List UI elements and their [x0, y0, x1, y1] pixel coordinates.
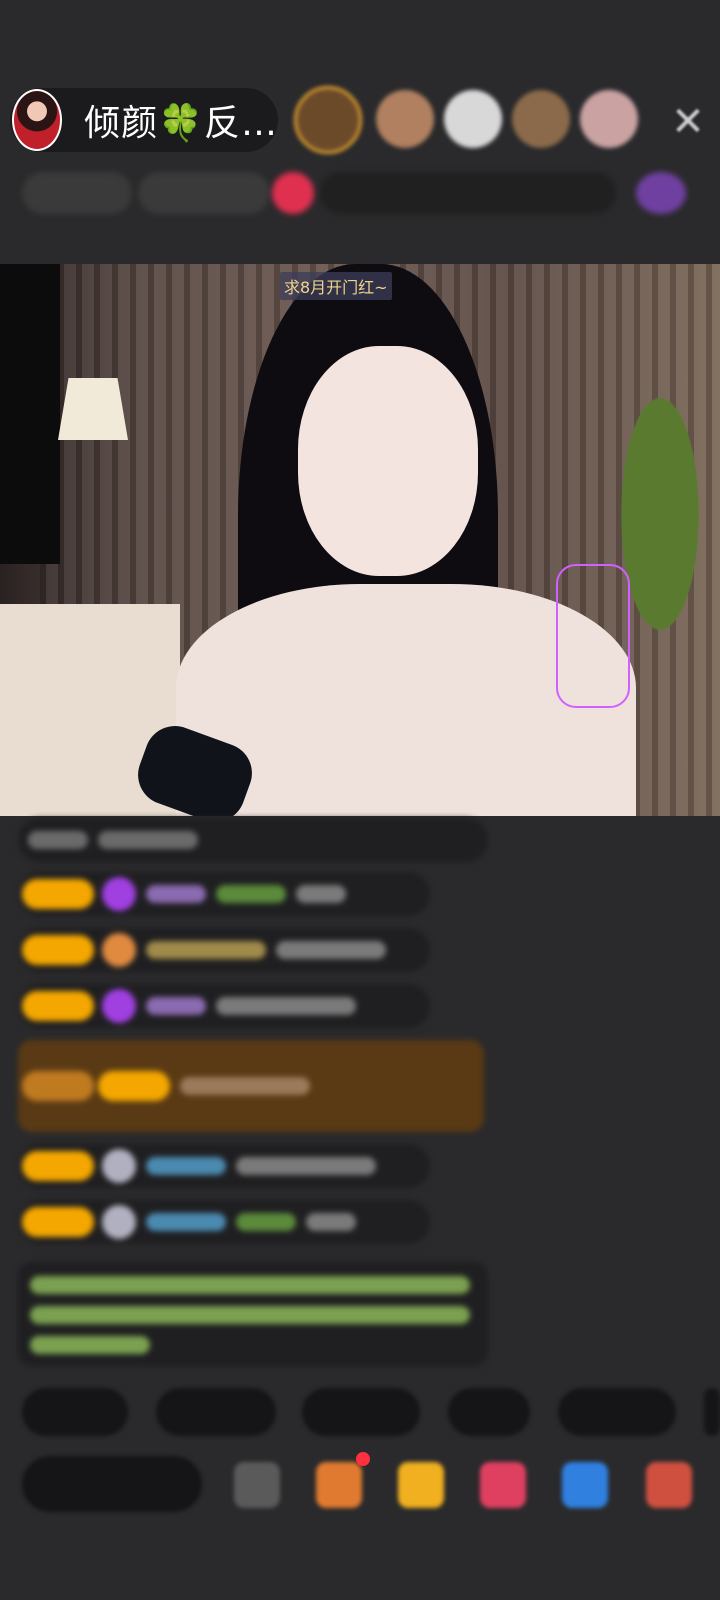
- viewer-avatar-5[interactable]: [580, 90, 638, 148]
- level-badge: [22, 991, 94, 1021]
- chat-message[interactable]: [18, 1200, 430, 1244]
- level-badge: [22, 1207, 94, 1237]
- gift-icon[interactable]: [272, 172, 314, 214]
- level-badge: [22, 1071, 94, 1101]
- level-badge: [22, 1151, 94, 1181]
- host-avatar[interactable]: [12, 89, 63, 151]
- gem-icon: [102, 877, 136, 911]
- emoji-icon[interactable]: [234, 1462, 280, 1508]
- live-video[interactable]: [0, 264, 720, 816]
- user-avatar-icon: [102, 1205, 136, 1239]
- quick-reply-button[interactable]: [704, 1388, 720, 1436]
- chat-input[interactable]: [22, 1456, 202, 1512]
- viewer-avatar-4[interactable]: [512, 90, 570, 148]
- info-pill-left[interactable]: [22, 172, 132, 214]
- info-pill-middle[interactable]: [138, 172, 270, 214]
- quick-reply-button[interactable]: [22, 1388, 128, 1436]
- level-badge: [22, 879, 94, 909]
- viewer-avatar-2[interactable]: [376, 90, 434, 148]
- viewer-avatar-3[interactable]: [444, 90, 502, 148]
- gem-icon: [102, 989, 136, 1023]
- host-name: 倾颜🍀反…: [84, 103, 278, 144]
- game-icon[interactable]: [562, 1462, 608, 1508]
- close-icon[interactable]: ✕: [668, 102, 708, 142]
- gift-chip-icon: [102, 933, 136, 967]
- chat-message[interactable]: [18, 1144, 430, 1188]
- treasure-icon[interactable]: [398, 1462, 444, 1508]
- gift-box-icon[interactable]: [316, 1462, 362, 1508]
- chat-message[interactable]: [18, 818, 488, 862]
- chat-message[interactable]: [18, 928, 430, 972]
- quick-reply-button[interactable]: [156, 1388, 276, 1436]
- level-badge: [98, 1071, 170, 1101]
- system-message: [18, 1262, 488, 1366]
- quick-reply-button[interactable]: [558, 1388, 676, 1436]
- rank-banner[interactable]: [320, 172, 616, 214]
- left-drape: [0, 264, 60, 564]
- highlight-chat-message[interactable]: [18, 1040, 484, 1132]
- streamer-face: [298, 346, 478, 576]
- quick-reply-button[interactable]: [448, 1388, 530, 1436]
- neon-figure: [556, 564, 630, 708]
- chat-message[interactable]: [18, 984, 430, 1028]
- notification-dot: [356, 1452, 370, 1466]
- host-info-pill[interactable]: 倾颜🍀反…: [10, 88, 278, 152]
- heart-icon[interactable]: [480, 1462, 526, 1508]
- info-pill-right[interactable]: [636, 172, 686, 214]
- more-icon[interactable]: [646, 1462, 692, 1508]
- level-badge: [22, 935, 94, 965]
- lamp: [58, 378, 128, 440]
- user-avatar-icon: [102, 1149, 136, 1183]
- viewer-avatar-1[interactable]: [294, 86, 362, 154]
- stream-goal-text: 求8月开门红~: [280, 272, 392, 300]
- chat-message[interactable]: [18, 872, 430, 916]
- quick-reply-button[interactable]: [302, 1388, 420, 1436]
